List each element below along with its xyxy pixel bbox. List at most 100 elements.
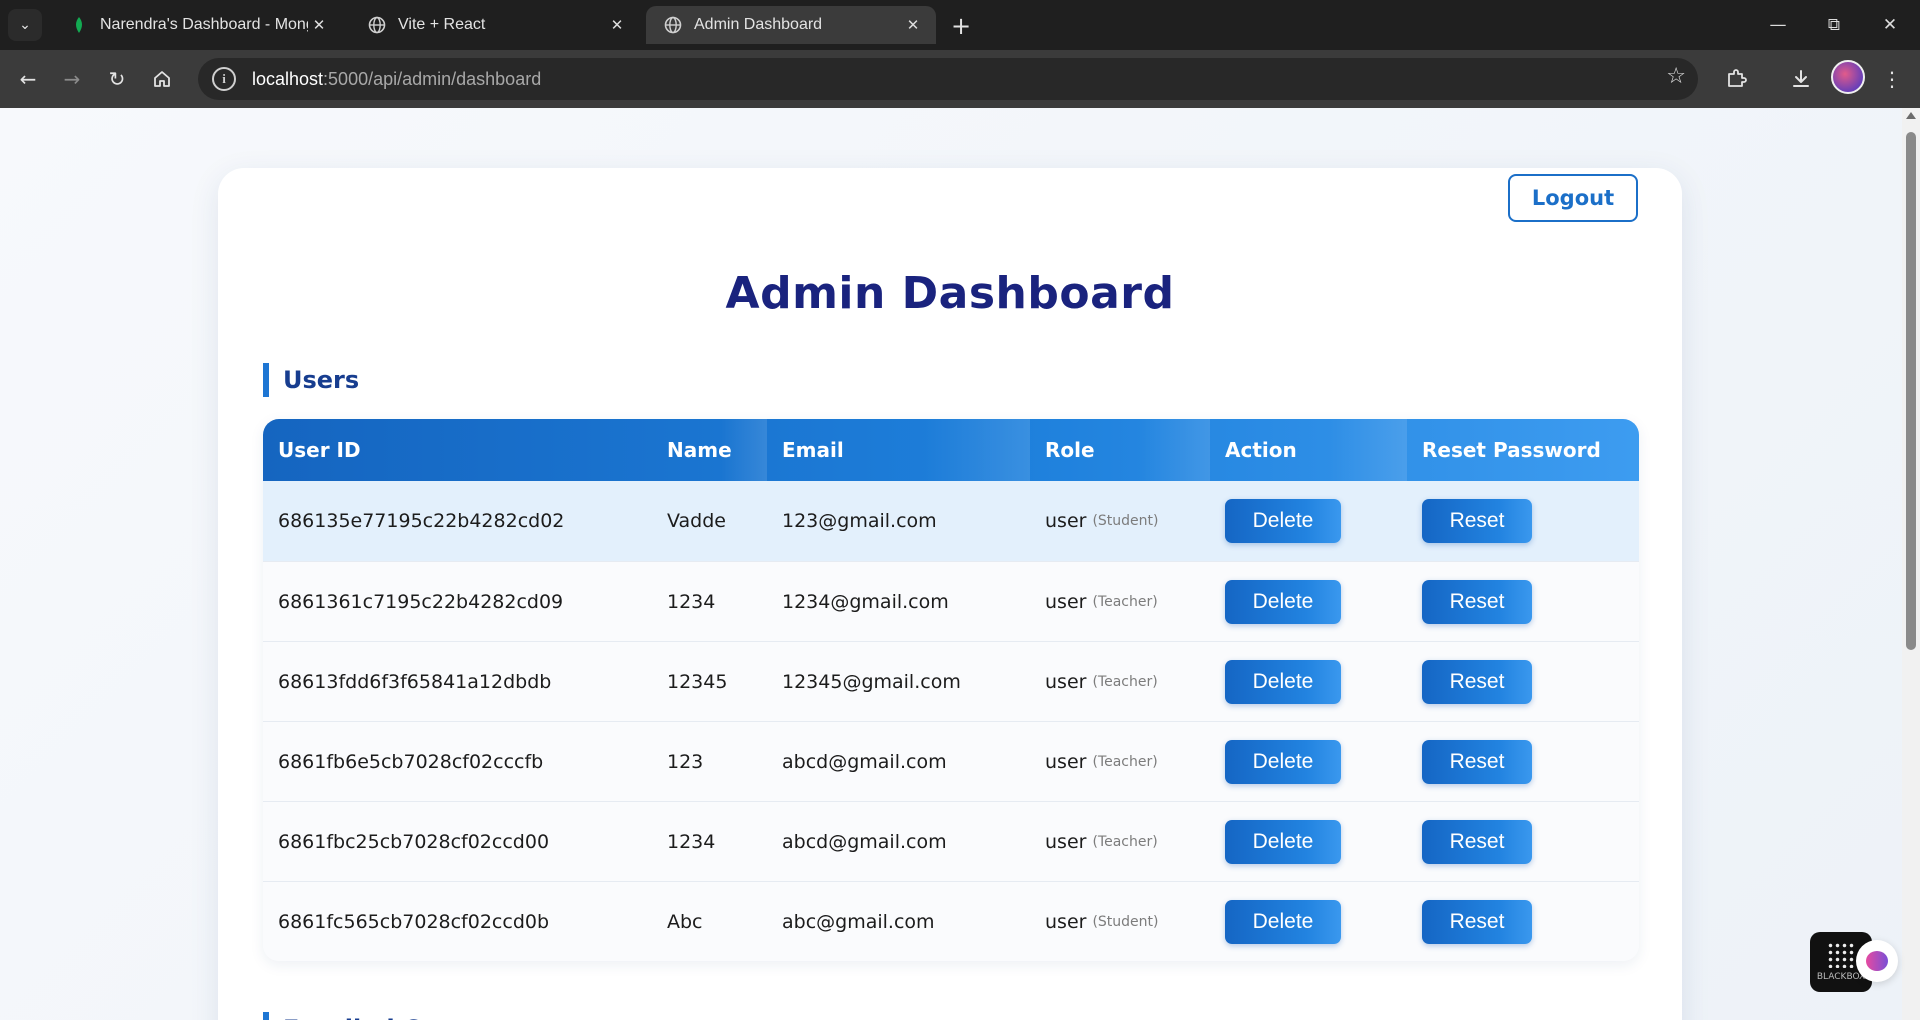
cell-user-id: 686135e77195c22b4282cd02 <box>278 510 565 532</box>
reset-password-button[interactable]: Reset <box>1422 819 1532 864</box>
role-type: (Student) <box>1092 913 1159 930</box>
tab-title: Vite + React <box>398 16 486 33</box>
delete-button[interactable]: Delete <box>1225 899 1341 944</box>
tab-mongodb[interactable]: Narendra's Dashboard - Mongo ✕ <box>52 6 342 44</box>
reload-icon[interactable]: ↻ <box>101 63 133 95</box>
close-icon[interactable]: ✕ <box>902 14 924 36</box>
cell-email: 123@gmail.com <box>782 510 937 532</box>
cell-role: user (Teacher) <box>1030 562 1210 641</box>
cell-reset: Reset <box>1407 562 1639 641</box>
table-header-row: User ID Name Email Role Action Reset Pas… <box>263 419 1639 481</box>
extensions-puzzle-icon[interactable] <box>1720 63 1752 95</box>
role-text: user <box>1045 830 1087 853</box>
cell-action: Delete <box>1210 802 1407 881</box>
column-header-reset-password: Reset Password <box>1422 438 1601 462</box>
browser-tab-strip: ⌄ Narendra's Dashboard - Mongo ✕ Vite + … <box>0 0 1920 50</box>
close-icon[interactable]: ✕ <box>606 14 628 36</box>
column-header-action: Action <box>1210 419 1407 481</box>
reset-password-button[interactable]: Reset <box>1422 739 1532 784</box>
cell-email: abcd@gmail.com <box>782 750 947 773</box>
scroll-up-arrow-icon[interactable] <box>1906 112 1916 119</box>
cell-role: user (Teacher) <box>1030 642 1210 721</box>
delete-button[interactable]: Delete <box>1225 819 1341 864</box>
cell-user-id: 68613fdd6f3f65841a12dbdb <box>278 670 552 693</box>
cell-email: abc@gmail.com <box>782 910 935 933</box>
ai-assistant-brain-icon[interactable] <box>1856 940 1898 982</box>
cell-reset: Reset <box>1407 481 1639 561</box>
forward-arrow-icon[interactable]: → <box>56 63 88 95</box>
window-close-icon[interactable]: ✕ <box>1862 0 1918 50</box>
cell-name: 12345 <box>667 670 728 693</box>
cell-role: user (Student) <box>1030 481 1210 561</box>
site-info-icon[interactable]: i <box>212 67 236 91</box>
users-table: User ID Name Email Role Action Reset Pas… <box>263 419 1639 961</box>
role-type: (Teacher) <box>1092 833 1158 850</box>
globe-icon <box>368 16 386 34</box>
scrollbar-thumb[interactable] <box>1906 132 1916 650</box>
cell-user-id: 6861fc565cb7028cf02ccd0b <box>278 910 550 933</box>
reset-password-button[interactable]: Reset <box>1422 899 1532 944</box>
minimize-icon[interactable]: — <box>1750 0 1806 50</box>
role-text: user <box>1045 670 1087 693</box>
cell-action: Delete <box>1210 722 1407 801</box>
profile-avatar[interactable] <box>1831 60 1865 94</box>
table-row: 6861361c7195c22b4282cd09 1234 1234@gmail… <box>263 561 1639 641</box>
cell-role: user (Teacher) <box>1030 722 1210 801</box>
reset-password-button[interactable]: Reset <box>1422 579 1532 624</box>
reset-password-button[interactable]: Reset <box>1422 499 1532 543</box>
tab-title: Admin Dashboard <box>694 16 823 33</box>
cell-action: Delete <box>1210 882 1407 961</box>
cell-email: 1234@gmail.com <box>782 590 949 613</box>
role-text: user <box>1045 750 1087 773</box>
blackbox-logo-icon <box>1827 942 1855 968</box>
role-type: (Teacher) <box>1092 753 1158 770</box>
page-viewport: Logout Admin Dashboard Users User ID Nam… <box>0 108 1902 1020</box>
role-type: (Teacher) <box>1092 593 1158 610</box>
tab-search-chevron-icon[interactable]: ⌄ <box>8 9 42 41</box>
restore-icon[interactable]: ⧉ <box>1806 0 1862 50</box>
logout-button[interactable]: Logout <box>1508 174 1638 222</box>
browser-toolbar: ← → ↻ i localhost:5000/api/admin/dashboa… <box>0 50 1920 108</box>
tab-admin-dashboard[interactable]: Admin Dashboard ✕ <box>646 6 936 44</box>
cell-reset: Reset <box>1407 642 1639 721</box>
cell-reset: Reset <box>1407 882 1639 961</box>
cell-name: 123 <box>667 750 704 773</box>
close-icon[interactable]: ✕ <box>308 14 330 36</box>
table-row: 6861fb6e5cb7028cf02cccfb 123 abcd@gmail.… <box>263 721 1639 801</box>
column-header-name: Name <box>652 419 767 481</box>
table-row: 6861fbc25cb7028cf02ccd00 1234 abcd@gmail… <box>263 801 1639 881</box>
mongodb-leaf-icon <box>70 16 88 34</box>
cell-action: Delete <box>1210 642 1407 721</box>
bookmark-star-icon[interactable]: ☆ <box>1666 64 1686 89</box>
cell-user-id: 6861361c7195c22b4282cd09 <box>278 590 564 613</box>
download-icon[interactable] <box>1785 63 1817 95</box>
dashboard-card: Logout Admin Dashboard Users User ID Nam… <box>218 168 1682 1020</box>
table-row: 6861fc565cb7028cf02ccd0b Abc abc@gmail.c… <box>263 881 1639 961</box>
table-row: 686135e77195c22b4282cd02 Vadde 123@gmail… <box>263 481 1639 561</box>
kebab-menu-icon[interactable]: ⋮ <box>1876 63 1908 95</box>
page-title: Admin Dashboard <box>725 268 1175 319</box>
delete-button[interactable]: Delete <box>1225 579 1341 624</box>
reset-password-button[interactable]: Reset <box>1422 659 1532 704</box>
cell-email: abcd@gmail.com <box>782 830 947 853</box>
back-arrow-icon[interactable]: ← <box>12 63 44 95</box>
delete-button[interactable]: Delete <box>1225 659 1341 704</box>
cell-action: Delete <box>1210 562 1407 641</box>
cell-role: user (Student) <box>1030 882 1210 961</box>
cell-name: Vadde <box>667 510 726 532</box>
users-section-heading: Users <box>263 363 359 397</box>
address-bar[interactable]: i localhost:5000/api/admin/dashboard ☆ <box>198 58 1698 100</box>
cell-user-id: 6861fb6e5cb7028cf02cccfb <box>278 750 544 773</box>
page-scrollbar[interactable] <box>1902 108 1920 1020</box>
widget-label: BLACKBOX <box>1816 972 1866 982</box>
cell-name: 1234 <box>667 830 716 853</box>
new-tab-plus-icon[interactable]: + <box>945 10 977 42</box>
delete-button[interactable]: Delete <box>1225 499 1341 543</box>
cell-user-id: 6861fbc25cb7028cf02ccd00 <box>278 830 550 853</box>
role-text: user <box>1045 510 1087 532</box>
role-type: (Teacher) <box>1092 673 1158 690</box>
delete-button[interactable]: Delete <box>1225 739 1341 784</box>
cell-name: 1234 <box>667 590 716 613</box>
home-icon[interactable] <box>146 63 178 95</box>
tab-vite-react[interactable]: Vite + React ✕ <box>350 6 640 44</box>
